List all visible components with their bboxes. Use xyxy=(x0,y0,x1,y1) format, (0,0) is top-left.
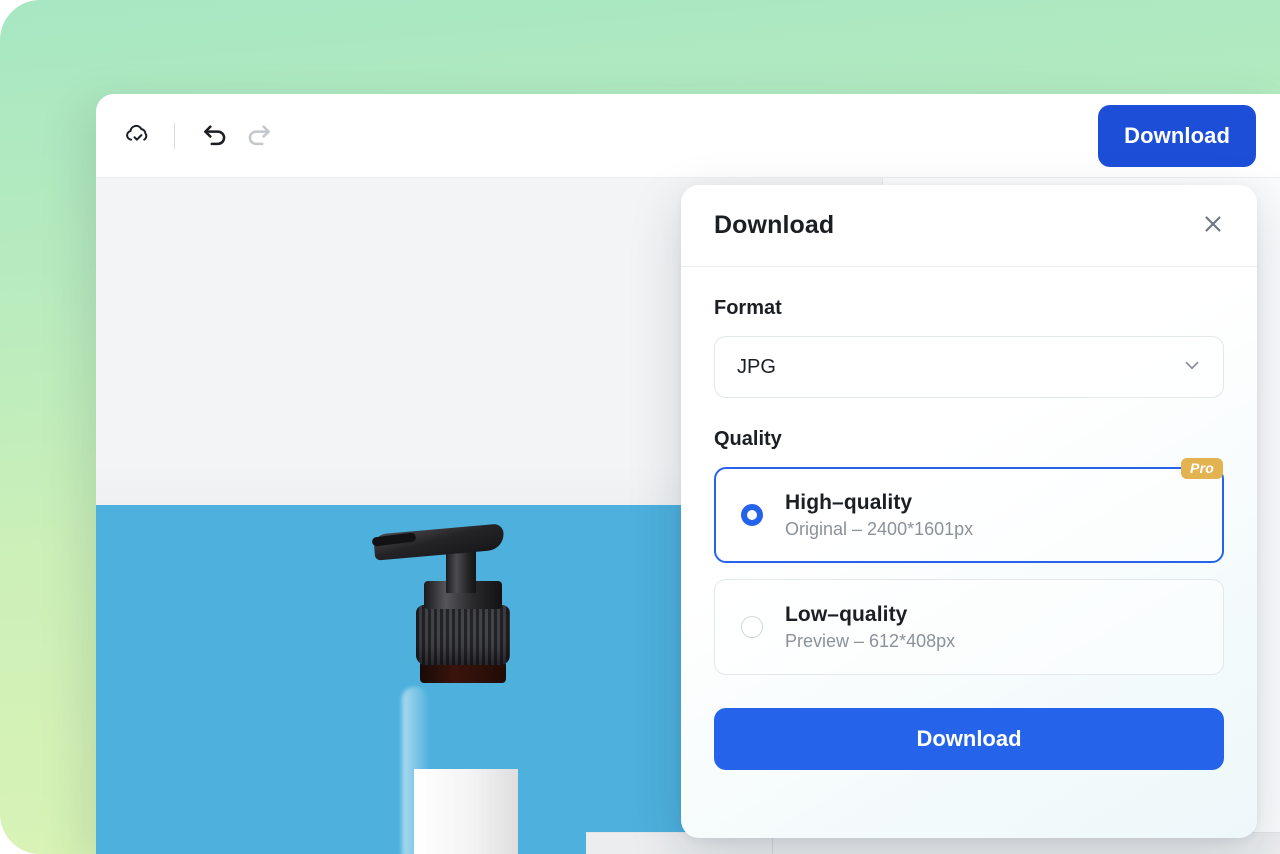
undo-button[interactable] xyxy=(193,114,237,158)
format-selected-value: JPG xyxy=(737,355,776,378)
editor-toolbar: Download xyxy=(96,94,1280,178)
chevron-down-icon xyxy=(1181,354,1203,381)
dialog-title: Download xyxy=(714,211,835,239)
quality-label: Quality xyxy=(714,428,782,450)
quality-low-subtitle: Preview – 612*408px xyxy=(785,630,956,651)
close-button[interactable] xyxy=(1193,206,1233,246)
quality-low-title: Low–quality xyxy=(785,602,908,626)
bottle-image xyxy=(354,519,594,854)
page-background: Download Download Format JPG Quality Pro… xyxy=(0,0,1280,854)
quality-high-subtitle: Original – 2400*1601px xyxy=(785,518,974,539)
bottle-label xyxy=(414,769,518,854)
quality-high-title: High–quality xyxy=(785,490,913,514)
dialog-header: Download xyxy=(681,185,1257,267)
close-icon xyxy=(1200,211,1226,240)
header-download-button[interactable]: Download xyxy=(1098,104,1256,167)
redo-button[interactable] xyxy=(237,114,281,158)
redo-icon xyxy=(243,118,275,153)
quality-option-low[interactable]: Low–quality Preview – 612*408px xyxy=(714,579,1224,675)
dialog-download-button[interactable]: Download xyxy=(714,708,1224,770)
quality-option-high[interactable]: Pro High–quality Original – 2400*1601px xyxy=(714,458,1224,563)
cloud-check-icon-button[interactable] xyxy=(116,114,160,158)
cloud-check-icon xyxy=(123,119,153,152)
format-select[interactable]: JPG xyxy=(714,336,1224,398)
radio-low-quality[interactable] xyxy=(741,616,763,638)
radio-high-quality[interactable] xyxy=(741,504,763,526)
toolbar-divider xyxy=(174,122,175,149)
pro-badge: Pro xyxy=(1181,458,1223,479)
download-dialog: Download Format JPG Quality Pro High–qua… xyxy=(681,185,1257,838)
format-label: Format xyxy=(714,297,782,319)
undo-icon xyxy=(199,118,231,153)
bottle-pump-ring xyxy=(416,605,510,665)
dialog-body: Format JPG Quality Pro High–quality Orig… xyxy=(681,267,1257,675)
